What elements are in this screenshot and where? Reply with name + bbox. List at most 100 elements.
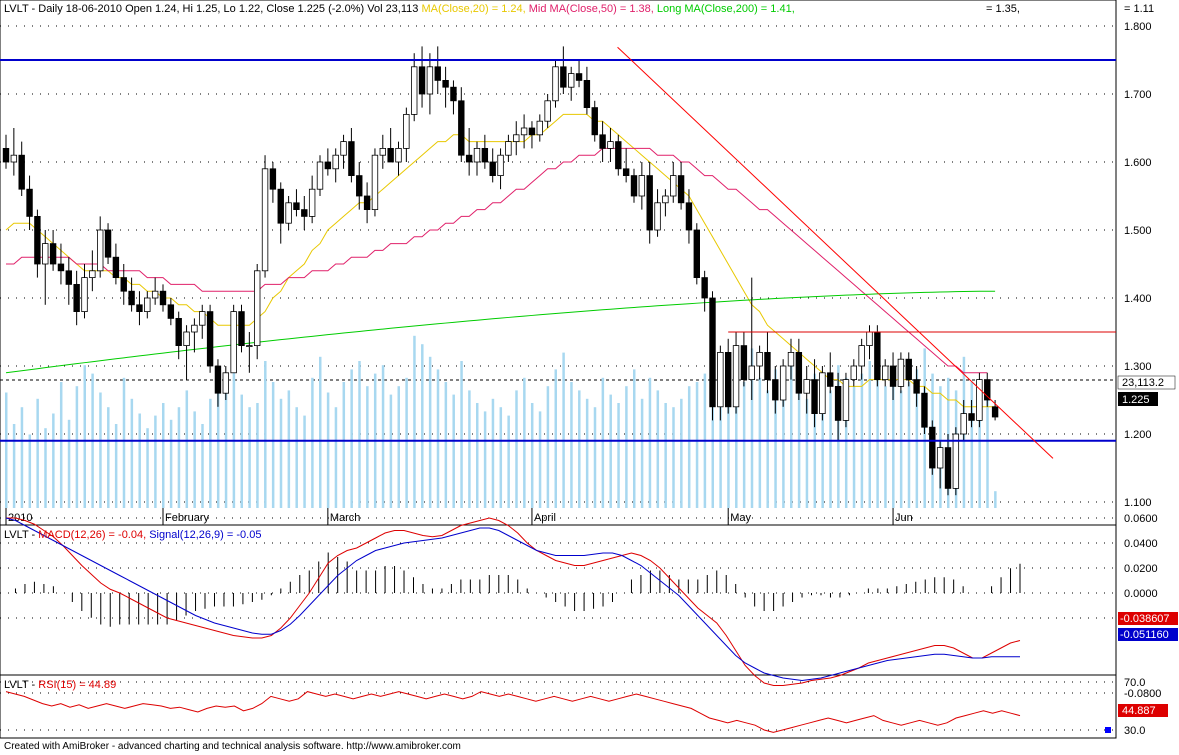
volume-bar xyxy=(876,369,879,508)
volume-bar xyxy=(138,413,141,508)
macd-tick-label: 0.0400 xyxy=(1124,538,1158,550)
rsi-panel-frame xyxy=(0,674,1117,739)
candle-body xyxy=(253,270,261,346)
macd-header: LVLT - MACD(12,26) = -0.04, Signal(12,26… xyxy=(4,529,261,541)
volume-bar xyxy=(193,411,196,508)
candle-body xyxy=(238,311,245,347)
footer-credit: Created with AmiBroker - advanced charti… xyxy=(4,741,461,752)
candle-body xyxy=(128,290,135,306)
candle-body xyxy=(246,345,253,348)
candle-body xyxy=(803,379,810,394)
candle-body xyxy=(764,351,771,380)
volume-bar xyxy=(436,369,440,508)
candle-body xyxy=(285,202,292,224)
rsi-value-badge: 44.887 xyxy=(1122,705,1156,717)
volume-bar xyxy=(633,369,636,508)
candle-body xyxy=(269,168,277,190)
volume-bar xyxy=(389,394,393,508)
candle-body xyxy=(834,385,842,421)
volume-bar xyxy=(523,377,526,508)
candle-body xyxy=(520,127,528,136)
candle-body xyxy=(191,324,198,333)
volume-bar xyxy=(326,392,330,508)
candle-body xyxy=(717,351,724,408)
volume-bar xyxy=(99,392,102,508)
header-extra: = 1.35, xyxy=(986,3,1020,15)
macd-tick-label: 0.0200 xyxy=(1124,563,1158,575)
candle-body xyxy=(787,351,795,367)
volume-bar xyxy=(585,398,589,508)
volume-bar xyxy=(797,386,801,508)
volume-bar xyxy=(444,382,448,508)
candle-body xyxy=(199,311,206,326)
candle-body xyxy=(10,154,18,163)
candle-body xyxy=(395,147,402,163)
candle-body xyxy=(701,277,708,299)
volume-bar xyxy=(358,361,361,508)
scroll-marker[interactable] xyxy=(1105,727,1111,733)
candle-body xyxy=(458,100,465,156)
volume-bar xyxy=(593,407,597,508)
candle-body xyxy=(65,270,72,285)
macd-histogram xyxy=(14,552,1021,627)
volume-bar xyxy=(12,424,16,508)
volume-bar xyxy=(114,424,118,508)
candle-body xyxy=(57,263,65,272)
candle-body xyxy=(536,120,543,136)
price-badges: 23,113.2 1.225 xyxy=(1117,375,1176,406)
candle-body xyxy=(913,379,920,394)
volume-bar xyxy=(169,419,173,508)
volume-bar xyxy=(154,415,157,508)
price-tick-label: 1.500 xyxy=(1124,225,1152,237)
candle-body xyxy=(622,168,630,177)
candle-body xyxy=(410,66,418,115)
volume-bar xyxy=(240,394,243,508)
volume-bar xyxy=(264,361,267,508)
price-tick-label: 1.800 xyxy=(1124,21,1152,33)
candle-body xyxy=(371,154,379,210)
volume-bar xyxy=(350,369,353,508)
price-axis: 1.800 1.700 1.600 1.500 1.400 1.300 1.200 1.100 xyxy=(1124,21,1152,509)
candle-body xyxy=(308,188,316,217)
volume-bar xyxy=(758,377,762,508)
volume-bar xyxy=(209,398,212,508)
candle-body xyxy=(222,372,229,394)
candle-body xyxy=(866,331,873,347)
candle-body xyxy=(151,290,159,299)
candle-body xyxy=(332,154,339,170)
month-label: March xyxy=(330,512,361,524)
volume-bar xyxy=(36,398,39,508)
volume-bar xyxy=(122,377,126,508)
volume-bar xyxy=(130,398,134,508)
volume-bar xyxy=(554,369,557,508)
price-tick-label: 1.700 xyxy=(1124,89,1152,101)
candle-body xyxy=(81,277,88,313)
volume-bar xyxy=(578,390,581,508)
volume-bar xyxy=(421,344,424,508)
candle-body xyxy=(819,372,826,414)
volume-bar xyxy=(28,434,32,508)
candle-body xyxy=(34,215,41,265)
volume-bar xyxy=(640,398,644,508)
volume-bar xyxy=(680,398,683,508)
volume-bar xyxy=(452,394,455,508)
volume-bar xyxy=(570,382,573,508)
candle-body xyxy=(968,413,975,421)
volume-bar xyxy=(986,390,989,508)
candle-body xyxy=(418,66,426,95)
candle-body xyxy=(646,175,653,231)
volume-bar xyxy=(766,390,769,508)
month-axis: 2010 February March April May Jun xyxy=(5,508,913,525)
candle-body xyxy=(426,66,434,95)
candle-body xyxy=(159,290,167,306)
volume-bar xyxy=(476,403,479,508)
candle-body xyxy=(42,243,49,265)
volume-bar xyxy=(664,403,667,508)
candle-body xyxy=(921,392,928,428)
volume-bar xyxy=(515,390,518,508)
volume-bar xyxy=(530,403,534,508)
rsi-tick-label: 70.0 xyxy=(1124,677,1145,689)
candle-body xyxy=(638,175,646,197)
candle-body xyxy=(575,73,583,81)
candle-body xyxy=(167,304,175,319)
